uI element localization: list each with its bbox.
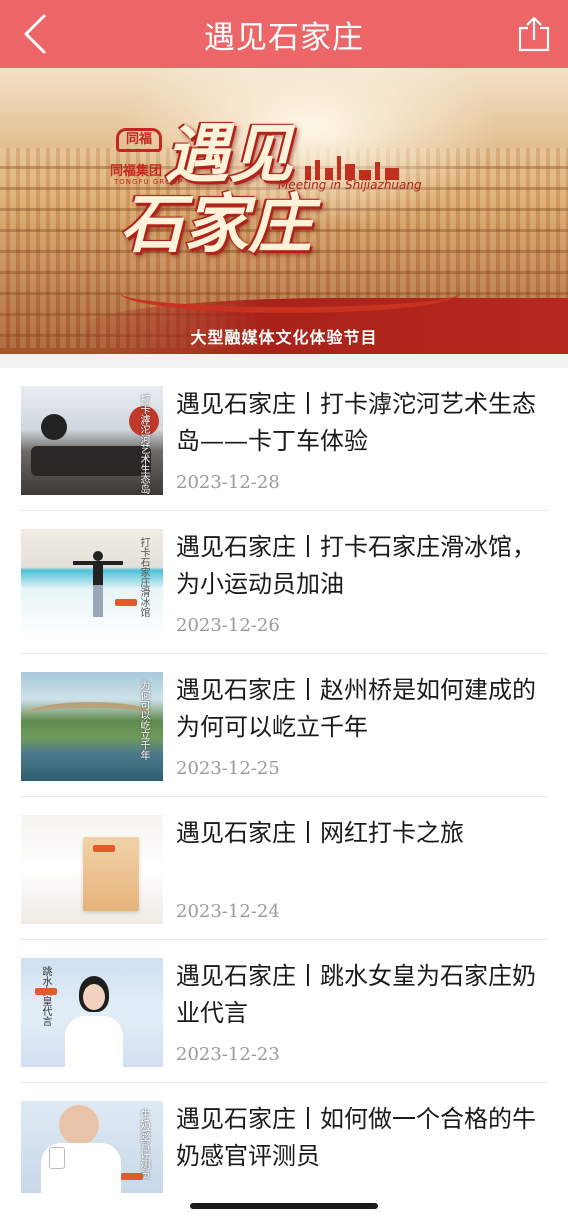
glass-shape xyxy=(49,1147,65,1169)
article-item[interactable]: 遇见石家庄丨网红打卡之旅 2023-12-24 xyxy=(20,797,548,940)
helmet-shape xyxy=(41,414,67,440)
sponsor-logo-icon: 同福 xyxy=(116,128,162,152)
thumb-tag xyxy=(93,845,115,852)
section-divider xyxy=(0,354,568,368)
thumb-tag xyxy=(115,599,137,606)
thumb-caption: 牛奶感官评测员 xyxy=(138,1109,149,1179)
back-arrow-icon[interactable] xyxy=(18,12,52,56)
article-thumbnail: 打卡石家庄滑冰馆 xyxy=(21,529,163,638)
article-thumbnail xyxy=(21,815,163,924)
show-title-english: Meeting in Shijiazhuang xyxy=(278,178,422,192)
show-title-line2: 石家庄 xyxy=(120,187,312,262)
article-thumbnail: 打卡滹沱河艺术生态岛 xyxy=(21,386,163,495)
sponsor-name: 同福集团 xyxy=(110,164,163,179)
article-thumbnail: 牛奶感官评测员 xyxy=(21,1101,163,1193)
thumb-tag xyxy=(35,988,57,995)
thumb-caption: 打卡滹沱河艺术生态岛 xyxy=(138,394,149,494)
article-date: 2023-12-23 xyxy=(176,1044,280,1065)
article-title: 遇见石家庄丨赵州桥是如何建成的 为何可以屹立千年 xyxy=(176,676,536,741)
article-date: 2023-12-28 xyxy=(176,472,280,493)
article-item[interactable]: 打卡滹沱河艺术生态岛 遇见石家庄丨打卡滹沱河艺术生态岛——卡丁车体验 2023-… xyxy=(20,368,548,511)
banner-subtitle: 大型融媒体文化体验节目 xyxy=(190,328,378,347)
page-title: 遇见石家庄 xyxy=(204,19,364,56)
article-thumbnail: 跳水女皇代言 xyxy=(21,958,163,1067)
thumb-caption: 跳水女皇代言 xyxy=(40,966,51,1026)
person-face xyxy=(59,1105,99,1145)
nav-bar: 遇见石家庄 xyxy=(0,0,568,68)
article-date: 2023-12-24 xyxy=(176,901,280,922)
hero-banner[interactable]: 同福 同福集团 TONGFU GROUP 遇见 石家庄 Meeting in S… xyxy=(0,68,568,354)
article-item[interactable]: 牛奶感官评测员 遇见石家庄丨如何做一个合格的牛奶感官评测员 xyxy=(20,1083,548,1203)
article-title: 遇见石家庄丨跳水女皇为石家庄奶业代言 xyxy=(176,962,536,1027)
skater-body xyxy=(93,561,103,585)
person-shirt xyxy=(65,1016,123,1067)
article-date: 2023-12-25 xyxy=(176,758,280,779)
article-thumbnail: 为何可以屹立千年 xyxy=(21,672,163,781)
article-title: 遇见石家庄丨打卡石家庄滑冰馆，为小运动员加油 xyxy=(176,533,536,598)
share-icon[interactable] xyxy=(514,14,554,54)
article-title: 遇见石家庄丨网红打卡之旅 xyxy=(176,819,464,847)
kart-shape xyxy=(31,446,151,476)
article-title: 遇见石家庄丨打卡滹沱河艺术生态岛——卡丁车体验 xyxy=(176,390,536,455)
title-swirl-decoration xyxy=(120,273,460,313)
article-item[interactable]: 跳水女皇代言 遇见石家庄丨跳水女皇为石家庄奶业代言 2023-12-23 xyxy=(20,940,548,1083)
article-title: 遇见石家庄丨如何做一个合格的牛奶感官评测员 xyxy=(176,1105,536,1170)
skater-head xyxy=(93,551,103,561)
person-face xyxy=(83,984,105,1010)
skater-legs xyxy=(93,585,103,617)
bridge-arch xyxy=(25,702,155,728)
article-item[interactable]: 为何可以屹立千年 遇见石家庄丨赵州桥是如何建成的 为何可以屹立千年 2023-1… xyxy=(20,654,548,797)
thumb-caption: 为何可以屹立千年 xyxy=(138,680,149,760)
thumb-tag xyxy=(121,1173,143,1180)
article-date: 2023-12-26 xyxy=(176,615,280,636)
show-title-line1: 遇见 xyxy=(165,117,293,192)
home-indicator[interactable] xyxy=(190,1203,378,1209)
thumb-caption: 打卡石家庄滑冰馆 xyxy=(138,537,149,617)
article-item[interactable]: 打卡石家庄滑冰馆 遇见石家庄丨打卡石家庄滑冰馆，为小运动员加油 2023-12-… xyxy=(20,511,548,654)
